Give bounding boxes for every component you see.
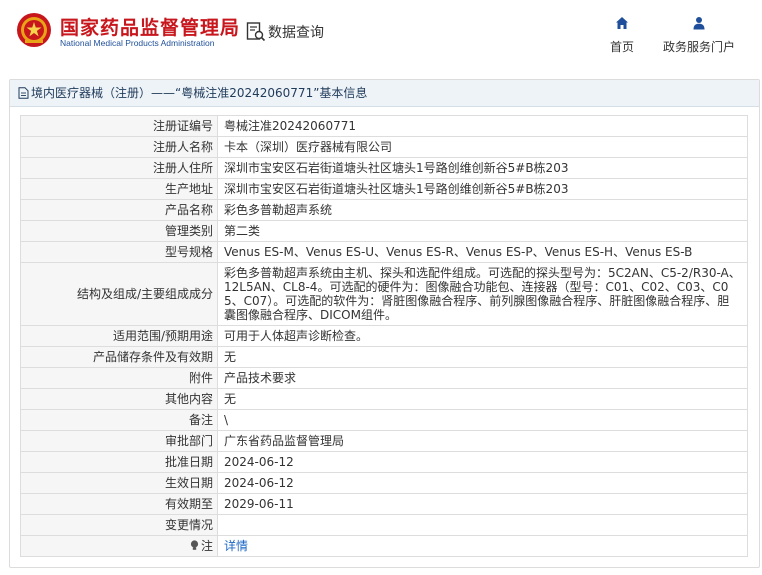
- nav-service-portal-label: 政务服务门户: [662, 40, 735, 54]
- table-row: 变更情况: [20, 514, 748, 536]
- panel-title-text: 境内医疗器械（注册）——“粤械注准20242060771”基本信息: [31, 86, 368, 100]
- field-label: 备注: [20, 409, 218, 431]
- table-row: 生效日期 2024-06-12: [20, 472, 748, 494]
- panel-title: 境内医疗器械（注册）——“粤械注准20242060771”基本信息: [10, 80, 759, 107]
- table-row: 产品储存条件及有效期 无: [20, 346, 748, 368]
- table-row: 注册证编号 粤械注准20242060771: [20, 115, 748, 137]
- table-row: 审批部门 广东省药品监督管理局: [20, 430, 748, 452]
- field-label: 审批部门: [20, 430, 218, 452]
- field-value: 可用于人体超声诊断检查。: [217, 325, 748, 347]
- site-logo-title[interactable]: 国家药品监督管理局: [60, 13, 240, 40]
- data-query-label: 数据查询: [268, 25, 324, 41]
- field-value: 2029-06-11: [217, 493, 748, 515]
- field-label: 管理类别: [20, 220, 218, 242]
- detail-panel: 境内医疗器械（注册）——“粤械注准20242060771”基本信息 注册证编号 …: [9, 79, 760, 568]
- national-emblem-icon: [17, 13, 51, 47]
- table-row: 结构及组成/主要组成成分 彩色多普勒超声系统由主机、探头和选配件组成。可选配的探…: [20, 262, 748, 326]
- table-row: 生产地址 深圳市宝安区石岩街道塘头社区塘头1号路创维创新谷5#B栋203: [20, 178, 748, 200]
- table-row: 型号规格 Venus ES-M、Venus ES-U、Venus ES-R、Ve…: [20, 241, 748, 263]
- site-logo-subtitle[interactable]: National Medical Products Administration: [60, 38, 215, 48]
- field-label: 附件: [20, 367, 218, 389]
- field-label: 产品名称: [20, 199, 218, 221]
- document-icon: [18, 87, 29, 99]
- field-value: 深圳市宝安区石岩街道塘头社区塘头1号路创维创新谷5#B栋203: [217, 157, 748, 179]
- data-query-link[interactable]: 数据查询: [246, 20, 324, 44]
- site-header: 国家药品监督管理局 National Medical Products Admi…: [0, 0, 762, 68]
- data-search-icon: [246, 22, 266, 42]
- field-value: 无: [217, 388, 748, 410]
- field-label: 生效日期: [20, 472, 218, 494]
- field-label: 注册证编号: [20, 115, 218, 137]
- table-row: 管理类别 第二类: [20, 220, 748, 242]
- table-row: 批准日期 2024-06-12: [20, 451, 748, 473]
- field-label: 有效期至: [20, 493, 218, 515]
- field-value: 2024-06-12: [217, 451, 748, 473]
- table-row: 备注 \: [20, 409, 748, 431]
- note-label-cell: 注: [20, 535, 218, 557]
- nav-home[interactable]: 首页: [604, 16, 640, 55]
- field-value: 广东省药品监督管理局: [217, 430, 748, 452]
- user-icon: [693, 17, 705, 30]
- table-row: 产品名称 彩色多普勒超声系统: [20, 199, 748, 221]
- field-value: 产品技术要求: [217, 367, 748, 389]
- registration-info-table: 注册证编号 粤械注准20242060771 注册人名称 卡本（深圳）医疗器械有限…: [20, 115, 748, 557]
- field-label: 注: [200, 539, 213, 553]
- field-value: 彩色多普勒超声系统由主机、探头和选配件组成。可选配的探头型号为：5C2AN、C5…: [217, 262, 748, 326]
- field-value: 第二类: [217, 220, 748, 242]
- field-value: 无: [217, 346, 748, 368]
- field-label: 适用范围/预期用途: [20, 325, 218, 347]
- field-label: 结构及组成/主要组成成分: [20, 262, 218, 326]
- table-row: 附件 产品技术要求: [20, 367, 748, 389]
- field-label: 注册人名称: [20, 136, 218, 158]
- field-value: 2024-06-12: [217, 472, 748, 494]
- field-label: 其他内容: [20, 388, 218, 410]
- field-label: 变更情况: [20, 514, 218, 536]
- field-value: 卡本（深圳）医疗器械有限公司: [217, 136, 748, 158]
- field-value: 深圳市宝安区石岩街道塘头社区塘头1号路创维创新谷5#B栋203: [217, 178, 748, 200]
- field-label: 生产地址: [20, 178, 218, 200]
- field-value: 粤械注准20242060771: [217, 115, 748, 137]
- note-value-cell: 详情: [217, 535, 748, 557]
- field-label: 批准日期: [20, 451, 218, 473]
- field-value: Venus ES-M、Venus ES-U、Venus ES-R、Venus E…: [217, 241, 748, 263]
- lightbulb-icon: [190, 540, 199, 550]
- table-row: 注 详情: [20, 535, 748, 557]
- details-link[interactable]: 详情: [224, 539, 248, 553]
- nav-home-label: 首页: [609, 40, 634, 54]
- table-row: 注册人住所 深圳市宝安区石岩街道塘头社区塘头1号路创维创新谷5#B栋203: [20, 157, 748, 179]
- field-value: [217, 514, 748, 536]
- field-label: 型号规格: [20, 241, 218, 263]
- field-label: 注册人住所: [20, 157, 218, 179]
- field-label: 产品储存条件及有效期: [20, 346, 218, 368]
- field-value: \: [217, 409, 748, 431]
- table-row: 适用范围/预期用途 可用于人体超声诊断检查。: [20, 325, 748, 347]
- field-value: 彩色多普勒超声系统: [217, 199, 748, 221]
- table-row: 其他内容 无: [20, 388, 748, 410]
- home-icon: [616, 17, 628, 29]
- nav-service-portal[interactable]: 政务服务门户: [656, 16, 742, 55]
- table-row: 有效期至 2029-06-11: [20, 493, 748, 515]
- table-row: 注册人名称 卡本（深圳）医疗器械有限公司: [20, 136, 748, 158]
